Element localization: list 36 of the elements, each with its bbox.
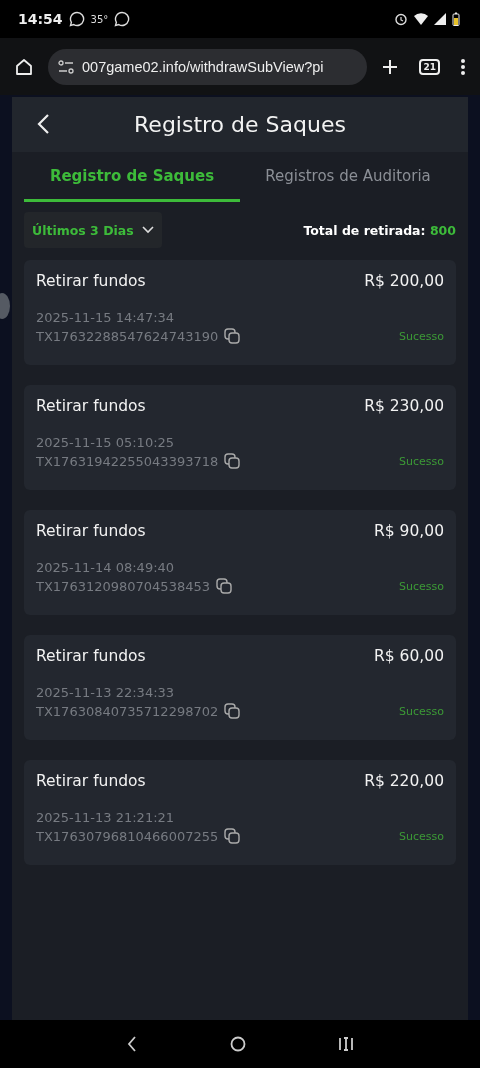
status-text: Sucesso bbox=[399, 829, 444, 843]
record-datetime: 2025-11-13 21:21:21 bbox=[36, 810, 176, 825]
transaction-id: TX1763120980704538453 bbox=[36, 578, 210, 594]
tab[interactable]: Registros de Auditoria bbox=[240, 152, 456, 202]
record-amount: R$ 220,00 bbox=[364, 772, 444, 790]
record-amount: R$ 200,00 bbox=[364, 272, 444, 290]
url-text: 007game02.info/withdrawSubView?pi bbox=[82, 58, 324, 75]
transaction-id: TX17631942255043393718 bbox=[36, 453, 219, 469]
record-datetime: 2025-11-15 14:47:34 bbox=[36, 310, 176, 325]
tab-count-button[interactable]: 21 bbox=[419, 58, 440, 75]
record-title: Retirar fundos bbox=[36, 397, 146, 415]
record-amount: R$ 60,00 bbox=[374, 647, 444, 665]
status-text: Sucesso bbox=[399, 579, 444, 593]
page-title: Registro de Saques bbox=[134, 112, 346, 137]
temperature-text: 35° bbox=[90, 13, 109, 25]
record-title: Retirar fundos bbox=[36, 272, 146, 290]
transaction-id: TX17630796810466007255 bbox=[36, 828, 219, 844]
transaction-id: TX17630840735712298702 bbox=[36, 703, 219, 719]
record-datetime: 2025-11-14 08:49:40 bbox=[36, 560, 176, 575]
transaction-id: TX17632288547624743190 bbox=[36, 328, 219, 344]
status-text: Sucesso bbox=[399, 329, 444, 343]
record-title: Retirar fundos bbox=[36, 522, 146, 540]
total-label: Total de retirada: bbox=[303, 222, 426, 238]
record-title: Retirar fundos bbox=[36, 647, 146, 665]
status-text: Sucesso bbox=[399, 454, 444, 468]
date-filter-dropdown[interactable]: Últimos 3 Dias bbox=[24, 212, 162, 248]
record-title: Retirar fundos bbox=[36, 772, 146, 790]
record-amount: R$ 90,00 bbox=[374, 522, 444, 540]
status-text: Sucesso bbox=[399, 704, 444, 718]
clock-time: 14:54 bbox=[18, 11, 63, 27]
tab[interactable]: Registro de Saques bbox=[24, 152, 240, 202]
total-value: 800 bbox=[429, 222, 456, 238]
record-datetime: 2025-11-15 05:10:25 bbox=[36, 435, 176, 450]
address-bar[interactable]: 007game02.info/withdrawSubView?pi bbox=[48, 48, 368, 85]
record-datetime: 2025-11-13 22:34:33 bbox=[36, 685, 176, 700]
record-amount: R$ 230,00 bbox=[364, 397, 444, 415]
